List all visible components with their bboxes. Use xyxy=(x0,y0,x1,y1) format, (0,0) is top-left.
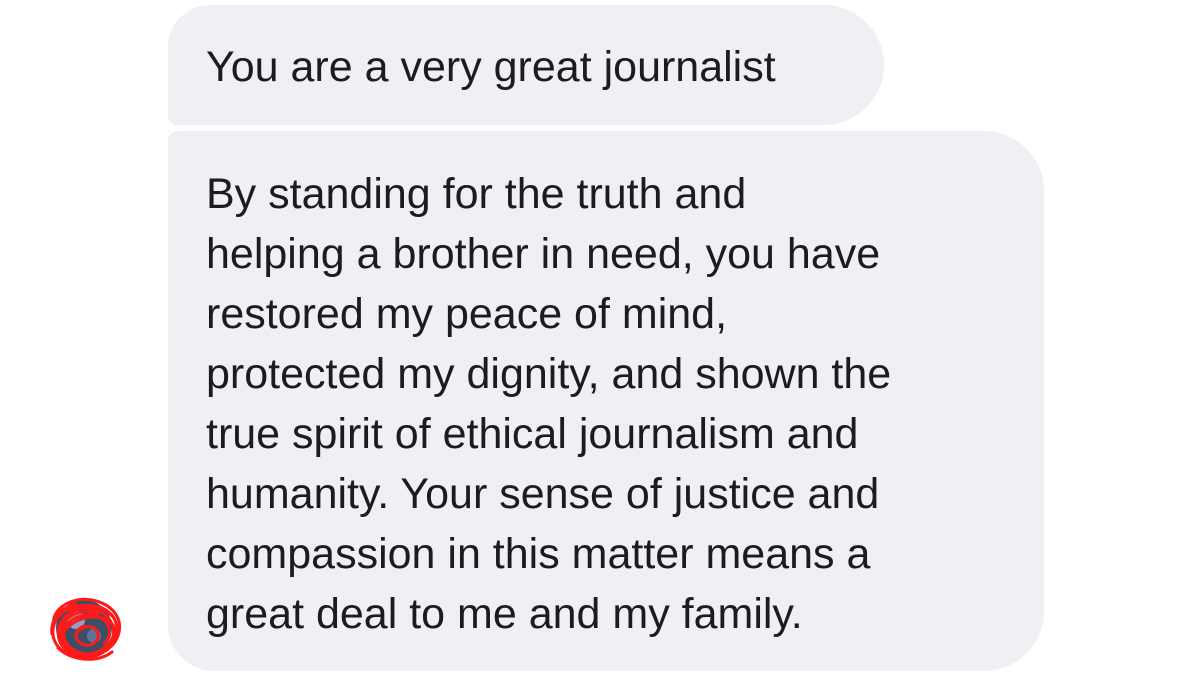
message-bubble[interactable]: You are a very great journalist xyxy=(168,5,884,125)
avatar-redacted-icon xyxy=(50,597,121,661)
message-bubble[interactable]: By standing for the truth and helping a … xyxy=(168,131,1044,671)
message-text: You are a very great journalist xyxy=(206,43,776,91)
message-thread: You are a very great journalist By stand… xyxy=(0,0,1179,690)
message-text: By standing for the truth and helping a … xyxy=(206,170,892,638)
avatar[interactable] xyxy=(40,590,130,670)
